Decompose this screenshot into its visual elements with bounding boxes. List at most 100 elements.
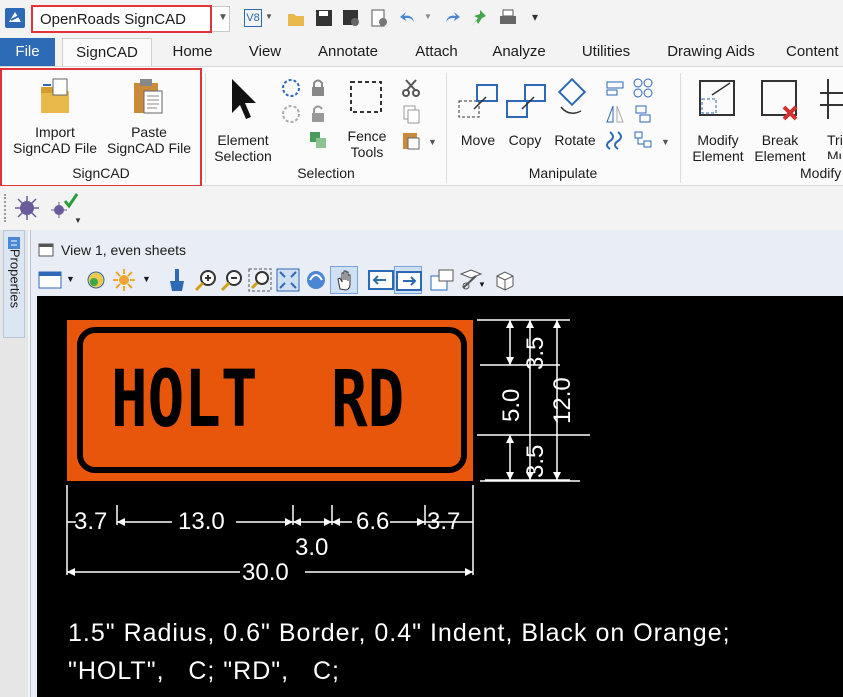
fence-tools-button[interactable]: Fence Tools [336, 75, 398, 160]
tab-analyze[interactable]: Analyze [487, 38, 551, 66]
tab-file[interactable]: File [0, 38, 55, 66]
chevron-down-icon[interactable]: ▼ [661, 137, 670, 147]
modify-element-icon [699, 80, 735, 116]
move-button[interactable]: Move [454, 75, 502, 159]
previous-view-icon[interactable] [368, 268, 394, 292]
ribbon-tab-bar: File SignCAD Home View Annotate Attach A… [0, 38, 843, 66]
view-cube-icon[interactable] [492, 268, 518, 292]
align-icon[interactable] [632, 103, 654, 125]
paste-icon[interactable] [400, 129, 422, 151]
trim-multiple-button[interactable]: Tri Mult [812, 75, 843, 159]
signcad-toolbar: ▼ [0, 186, 843, 230]
fence-tools-line2: Tools [350, 144, 384, 160]
modify-element-button[interactable]: Modify Element [686, 75, 750, 164]
microstation-logo-icon [9, 12, 21, 22]
import-label-line2: SignCAD File [12, 140, 98, 156]
tab-signcad[interactable]: SignCAD [62, 38, 152, 66]
tab-utilities[interactable]: Utilities [576, 38, 636, 66]
element-selection-line2: Selection [214, 148, 272, 164]
dim-word-gap: 3.0 [295, 534, 329, 561]
save-icon[interactable] [314, 8, 334, 28]
rotate-view-icon[interactable] [304, 268, 328, 292]
redo-icon[interactable] [442, 8, 462, 28]
rotate-button[interactable]: Rotate [550, 75, 600, 159]
tab-annotate[interactable]: Annotate [312, 38, 384, 66]
chevron-down-icon[interactable]: ▼ [66, 274, 75, 284]
dim-left-margin: 3.7 [74, 508, 108, 535]
print-icon[interactable] [498, 8, 518, 28]
dim-bottom-border: 3.5 [522, 444, 549, 478]
save-settings-icon[interactable] [341, 8, 361, 28]
fence-tools-line1: Fence [347, 128, 387, 144]
chevron-down-icon[interactable]: ▼ [265, 12, 273, 21]
view-attributes-icon[interactable] [38, 270, 62, 290]
group-elements-icon[interactable] [307, 129, 329, 151]
toolbar-grip[interactable] [4, 194, 9, 222]
tab-drawing-aids[interactable]: Drawing Aids [662, 38, 760, 66]
version-badge[interactable]: V8 [244, 9, 262, 27]
break-element-button[interactable]: Break Element [750, 75, 810, 164]
chevron-down-icon[interactable]: ▼ [74, 216, 82, 225]
app-icon[interactable] [5, 8, 25, 28]
dim-rd-width: 6.6 [356, 508, 390, 535]
zoom-out-icon[interactable] [220, 268, 244, 292]
properties-document-icon[interactable] [369, 8, 389, 28]
sign-spec-note-line2: "HOLT", C; "RD", C; [68, 657, 340, 685]
rotate-icon [557, 77, 587, 114]
break-element-line2: Element [754, 148, 806, 164]
next-view-icon [396, 271, 422, 291]
element-selection-button[interactable]: Element Selection [210, 75, 276, 164]
scale-icon[interactable] [604, 77, 626, 99]
dimension-lines [66, 319, 590, 576]
tab-home[interactable]: Home [165, 38, 220, 66]
display-style-icon[interactable] [84, 270, 108, 290]
open-folder-icon[interactable] [286, 8, 306, 28]
lighting-sun-icon[interactable] [112, 268, 136, 292]
view-toolbar: ▼ ▼ ▼ [36, 266, 556, 294]
mirror-icon[interactable] [604, 103, 626, 125]
workflow-highlight-box [31, 5, 212, 33]
ribbon-panel: Import SignCAD File Paste SignCAD File S… [0, 66, 843, 187]
chevron-down-icon[interactable]: ▼ [478, 280, 486, 289]
spread-icon[interactable] [632, 129, 654, 151]
chevron-down-icon[interactable]: ▼ [142, 274, 151, 284]
pin-icon[interactable] [470, 8, 490, 28]
chevron-down-icon[interactable]: ▼ [424, 12, 432, 21]
dim-total-height: 12.0 [549, 377, 576, 424]
copy-view-icon[interactable] [430, 268, 456, 292]
tab-attach[interactable]: Attach [409, 38, 464, 66]
cut-scissors-icon[interactable] [400, 77, 422, 99]
paste-signcad-file-button[interactable]: Paste SignCAD File [102, 75, 196, 159]
copy-button[interactable]: Copy [502, 75, 548, 159]
quick-access-toolbar: OpenRoads SignCAD ▼ V8 ▼ ▼ ▾ [0, 0, 843, 38]
undo-icon[interactable] [398, 8, 418, 28]
array-icon[interactable] [632, 77, 654, 99]
version-badge-text: V8 [246, 12, 260, 24]
unlock-icon[interactable] [307, 103, 329, 125]
group-divider [446, 73, 447, 183]
customize-menu-icon[interactable]: ▾ [532, 10, 538, 24]
window-area-icon[interactable] [248, 268, 272, 292]
trim-icon [820, 79, 843, 119]
stretch-icon[interactable] [604, 129, 626, 151]
fit-view-icon[interactable] [276, 268, 300, 292]
properties-tab-label: Properties [7, 248, 23, 309]
lock-icon[interactable] [307, 77, 329, 99]
tab-content[interactable]: Content [786, 38, 843, 66]
zoom-in-icon[interactable] [194, 268, 218, 292]
group-label-signcad: SignCAD [72, 165, 130, 181]
copy-clipboard-icon[interactable] [400, 103, 422, 125]
properties-tab[interactable]: Properties [3, 230, 25, 338]
chevron-down-icon[interactable]: ▼ [428, 137, 437, 147]
pan-view-button[interactable] [330, 266, 358, 294]
select-circle-icon[interactable] [280, 77, 302, 99]
tab-view[interactable]: View [240, 38, 290, 66]
deselect-circle-icon[interactable] [280, 103, 302, 125]
import-signcad-file-button[interactable]: Import SignCAD File [8, 75, 102, 159]
next-view-button[interactable] [394, 266, 422, 294]
chevron-down-icon[interactable]: ▼ [218, 12, 228, 23]
sign-burst-icon[interactable] [12, 194, 42, 222]
paste-label-line1: Paste [131, 124, 167, 140]
update-view-brush-icon[interactable] [166, 268, 188, 292]
view-window-icon[interactable] [38, 242, 54, 258]
